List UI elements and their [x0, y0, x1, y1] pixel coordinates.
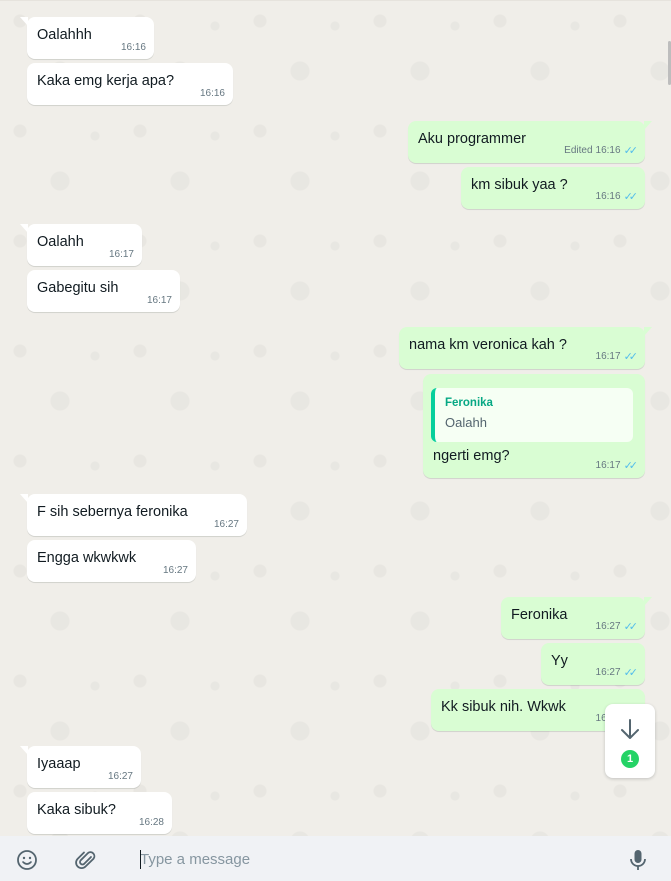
message-incoming[interactable]: Engga wkwkwk 16:27 — [27, 540, 196, 582]
microphone-icon[interactable] — [629, 849, 647, 876]
quoted-author: Feronika — [445, 397, 493, 409]
double-check-icon: ✓✓ — [623, 145, 639, 157]
message-text: Kaka emg kerja apa? — [37, 73, 175, 89]
message-meta: 16:27 ✓✓ — [595, 620, 639, 633]
composer-bar — [0, 836, 671, 881]
edited-label: Edited — [564, 145, 593, 156]
message-text: Oalahh — [37, 234, 84, 250]
message-text: km sibuk yaa ? — [471, 177, 568, 193]
message-incoming[interactable]: Kaka emg kerja apa? 16:16 — [27, 63, 233, 105]
quoted-message[interactable]: Feronika Oalahh — [431, 388, 633, 442]
message-incoming[interactable]: Oalahhh 16:16 — [20, 17, 154, 59]
double-check-icon: ✓✓ — [623, 667, 639, 679]
message-outgoing[interactable]: Feronika 16:27 ✓✓ — [501, 597, 652, 639]
message-time: 16:17 — [595, 351, 621, 362]
message-time: 16:27 — [213, 519, 239, 530]
message-input-container[interactable] — [128, 842, 608, 876]
message-text: Kk sibuk nih. Wkwk — [441, 699, 566, 715]
message-text: F sih sebernya feronika — [37, 504, 188, 520]
emoji-icon[interactable] — [16, 849, 38, 876]
message-time: 16:17 — [108, 249, 134, 260]
message-incoming[interactable]: Oalahh 16:17 — [20, 224, 142, 266]
unread-badge: 1 — [621, 750, 639, 768]
message-time: 16:27 — [595, 621, 621, 632]
message-meta: 16:16 ✓✓ — [595, 190, 639, 203]
text-caret — [140, 850, 141, 869]
message-time: 16:27 — [595, 667, 621, 678]
double-check-icon: ✓✓ — [623, 460, 639, 472]
message-text: Yy — [551, 653, 568, 669]
double-check-icon: ✓✓ — [623, 621, 639, 633]
message-meta: 16:17 ✓✓ — [595, 350, 639, 363]
message-text: Oalahhh — [37, 27, 92, 43]
double-check-icon: ✓✓ — [623, 191, 639, 203]
message-incoming[interactable]: Gabegitu sih 16:17 — [27, 270, 180, 312]
message-incoming[interactable]: Kaka sibuk? 16:28 — [27, 792, 172, 834]
message-text: Feronika — [511, 607, 568, 623]
message-time: 16:27 — [162, 565, 188, 576]
message-outgoing[interactable]: Aku programmer Edited 16:16 ✓✓ — [408, 121, 652, 163]
message-time: 16:16 — [595, 145, 621, 156]
message-incoming[interactable]: Iyaaap 16:27 — [20, 746, 141, 788]
message-outgoing[interactable]: km sibuk yaa ? 16:16 ✓✓ — [461, 167, 645, 209]
message-incoming[interactable]: F sih sebernya feronika 16:27 — [20, 494, 247, 536]
message-time: 16:27 — [107, 771, 133, 782]
message-outgoing[interactable]: nama km veronica kah ? 16:17 ✓✓ — [399, 327, 652, 369]
message-time: 16:16 — [120, 42, 146, 53]
message-meta: 16:17 ✓✓ — [595, 459, 639, 472]
double-check-icon: ✓✓ — [623, 351, 639, 363]
paperclip-icon[interactable] — [75, 849, 97, 876]
message-text: Iyaaap — [37, 756, 81, 772]
message-text: Engga wkwkwk — [37, 550, 137, 566]
message-text: Kaka sibuk? — [37, 802, 116, 818]
message-outgoing-reply[interactable]: Feronika Oalahh ngerti emg? 16:17 ✓✓ — [423, 374, 645, 478]
message-time: 16:16 — [595, 191, 621, 202]
quoted-text: Oalahh — [445, 415, 487, 430]
message-meta: Edited 16:16 ✓✓ — [564, 144, 639, 157]
message-text: Gabegitu sih — [37, 280, 119, 296]
message-time: 16:16 — [199, 88, 225, 99]
message-text: ngerti emg? — [433, 448, 510, 464]
message-time: 16:17 — [146, 295, 172, 306]
message-outgoing[interactable]: Yy 16:27 ✓✓ — [541, 643, 645, 685]
message-meta: 16:27 ✓✓ — [595, 666, 639, 679]
message-time: 16:28 — [138, 817, 164, 828]
message-time: 16:17 — [595, 460, 621, 471]
message-input[interactable] — [128, 842, 608, 876]
scroll-to-bottom-button[interactable]: 1 — [605, 704, 655, 778]
arrow-down-icon — [621, 719, 639, 739]
message-text: Aku programmer — [418, 131, 526, 147]
message-text: nama km veronica kah ? — [409, 337, 567, 353]
chat-area: Oalahhh 16:16 Kaka emg kerja apa? 16:16 … — [0, 0, 671, 836]
